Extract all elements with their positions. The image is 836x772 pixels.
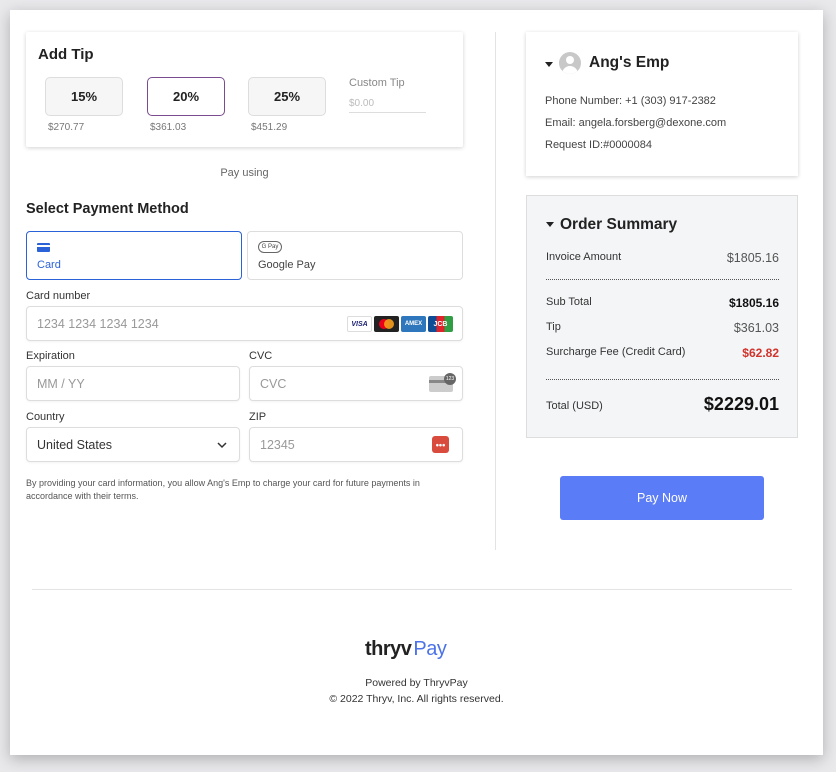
- cvc-input[interactable]: [260, 367, 409, 400]
- subtotal-label: Sub Total: [546, 296, 592, 308]
- tip-15-button[interactable]: 15%: [45, 77, 123, 116]
- merchant-request-id: Request ID:#0000084: [545, 139, 653, 151]
- column-divider: [495, 32, 496, 550]
- thryvpay-logo: thryv Pay: [365, 638, 447, 661]
- checkout-page: Add Tip 15% $270.77 20% $361.03 25% $451…: [10, 10, 823, 755]
- jcb-icon: JCB: [428, 316, 453, 332]
- country-value: United States: [37, 438, 113, 452]
- pay-now-button[interactable]: Pay Now: [560, 476, 764, 520]
- payment-method-title: Select Payment Method: [26, 201, 189, 217]
- caret-down-icon[interactable]: [546, 222, 554, 227]
- total-value: $2229.01: [703, 394, 779, 414]
- subtotal-row: Sub Total $1805.16: [546, 296, 779, 310]
- chevron-down-icon: [217, 442, 227, 449]
- tip-card: Add Tip 15% $270.77 20% $361.03 25% $451…: [26, 32, 463, 147]
- pay-using-label: Pay using: [220, 167, 269, 179]
- merchant-email: Email: angela.forsberg@dexone.com: [545, 117, 727, 129]
- mastercard-icon: [374, 316, 399, 332]
- tip-row: Tip $361.03: [546, 321, 779, 335]
- country-select[interactable]: United States: [26, 427, 240, 462]
- card-terms-text: By providing your card information, you …: [26, 478, 420, 501]
- custom-tip-input[interactable]: [349, 95, 426, 113]
- tip-value: $361.03: [733, 321, 779, 335]
- logo-pay: Pay: [413, 638, 447, 660]
- payment-method-google-pay[interactable]: G Pay Google Pay: [247, 231, 463, 280]
- tip-25-amount: $451.29: [251, 122, 288, 133]
- card-brands: VISA AMEX JCB: [347, 316, 453, 332]
- visa-icon: VISA: [347, 316, 372, 332]
- order-summary-card: Order Summary Invoice Amount $1805.16 Su…: [526, 195, 798, 438]
- card-icon: [37, 243, 50, 252]
- amex-icon: AMEX: [401, 316, 426, 332]
- surcharge-row: Surcharge Fee (Credit Card) $62.82: [546, 346, 779, 360]
- card-number-input[interactable]: [37, 307, 342, 340]
- zip-field[interactable]: •••: [249, 427, 463, 462]
- zip-input[interactable]: [260, 428, 409, 461]
- expiration-input[interactable]: [37, 367, 186, 400]
- payment-method-google-pay-label: Google Pay: [258, 259, 316, 271]
- powered-by-text: Powered by ThryvPay: [365, 677, 468, 689]
- surcharge-value: $62.82: [742, 346, 779, 360]
- invoice-amount-value: $1805.16: [726, 251, 779, 265]
- zip-label: ZIP: [249, 411, 267, 423]
- cvc-label: CVC: [249, 350, 273, 362]
- tip-label: Tip: [546, 321, 561, 333]
- invoice-amount-row: Invoice Amount $1805.16: [546, 251, 779, 265]
- total-row: Total (USD) $2229.01: [546, 394, 779, 414]
- logo-thryv: thryv: [365, 638, 412, 660]
- merchant-name: Ang's Emp: [589, 54, 670, 71]
- merchant-phone: Phone Number: +1 (303) 917-2382: [545, 95, 716, 107]
- tip-title: Add Tip: [38, 46, 94, 63]
- summary-divider: [546, 279, 779, 280]
- surcharge-label: Surcharge Fee (Credit Card): [546, 346, 686, 358]
- custom-tip-label: Custom Tip: [349, 77, 405, 89]
- country-label: Country: [26, 411, 65, 423]
- cvc-card-icon: [429, 373, 456, 392]
- caret-down-icon[interactable]: [545, 62, 553, 67]
- expiration-field[interactable]: [26, 366, 240, 401]
- gpay-icon: G Pay: [258, 241, 282, 253]
- zip-autofill-icon[interactable]: •••: [432, 436, 449, 453]
- invoice-amount-label: Invoice Amount: [546, 251, 622, 263]
- summary-divider: [546, 379, 779, 380]
- subtotal-value: $1805.16: [728, 296, 779, 310]
- tip-20-button[interactable]: 20%: [147, 77, 225, 116]
- card-number-label: Card number: [26, 290, 91, 302]
- tip-20-amount: $361.03: [150, 122, 187, 133]
- expiration-label: Expiration: [26, 350, 75, 362]
- order-summary-title: Order Summary: [560, 216, 678, 233]
- merchant-card: Ang's Emp Phone Number: +1 (303) 917-238…: [526, 32, 798, 176]
- total-label: Total (USD): [546, 400, 603, 412]
- card-number-field[interactable]: VISA AMEX JCB: [26, 306, 463, 341]
- footer-divider: [32, 589, 792, 590]
- payment-method-card-label: Card: [37, 259, 61, 271]
- tip-15-amount: $270.77: [48, 122, 85, 133]
- tip-25-button[interactable]: 25%: [248, 77, 326, 116]
- avatar-icon: [559, 52, 581, 74]
- copyright-text: © 2022 Thryv, Inc. All rights reserved.: [329, 693, 504, 705]
- cvc-field[interactable]: [249, 366, 463, 401]
- payment-method-card[interactable]: Card: [26, 231, 242, 280]
